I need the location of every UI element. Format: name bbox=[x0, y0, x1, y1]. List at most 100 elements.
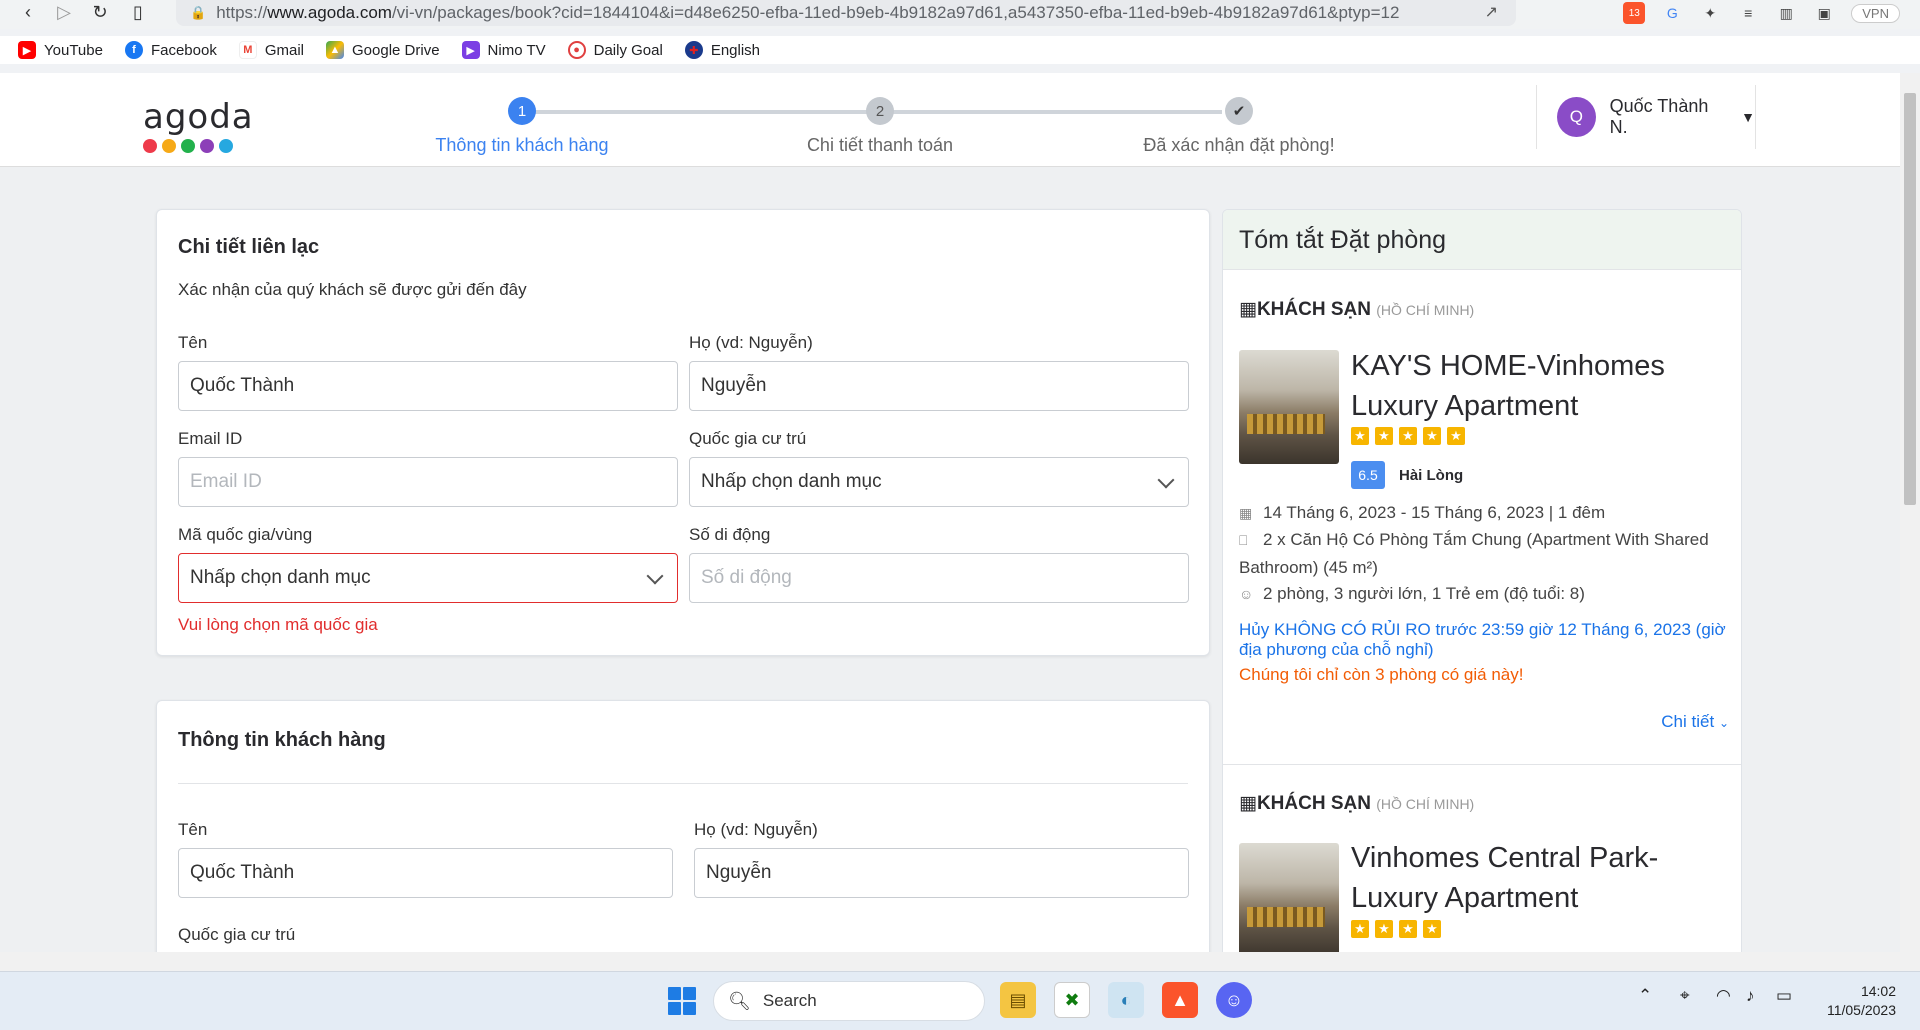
first-name-field[interactable]: Quốc Thành bbox=[178, 361, 678, 411]
step-payment: 2 Chi tiết thanh toán bbox=[750, 91, 1010, 156]
back-icon[interactable]: ‹ bbox=[10, 2, 46, 23]
room-info: ⎕ 2 x Căn Hộ Có Phòng Tắm Chung (Apartmen… bbox=[1239, 526, 1729, 581]
chevron-down-icon: ⌄ bbox=[1718, 716, 1729, 730]
details-link[interactable]: Chi tiết ⌄ bbox=[1661, 712, 1729, 732]
logo-dots bbox=[143, 139, 254, 153]
guest-first-name-field[interactable]: Quốc Thành bbox=[178, 848, 673, 898]
hotel-thumbnail[interactable] bbox=[1239, 843, 1339, 957]
taskbar-search[interactable]: 🔍︎ Search bbox=[713, 981, 985, 1021]
scarcity-message: Chúng tôi chỉ còn 3 phòng có giá này! bbox=[1239, 665, 1524, 684]
hotel-name: KAY'S HOME-Vinhomes Luxury Apartment bbox=[1351, 350, 1665, 422]
battery-icon[interactable]: ▭ bbox=[1776, 986, 1792, 1006]
site-header: agoda 1 Thông tin khách hàng 2 Chi tiết … bbox=[0, 73, 1900, 167]
hotel-summary-1: ▦KHÁCH SẠN (HỒ CHÍ MINH) KAY'S HOME-Vinh… bbox=[1223, 270, 1741, 765]
system-clock[interactable]: 14:02 11/05/2023 bbox=[1827, 982, 1896, 1020]
translate-icon[interactable]: G bbox=[1661, 2, 1683, 24]
country-select[interactable]: Nhấp chọn danh mục bbox=[689, 457, 1189, 507]
extensions-icon[interactable]: ✦ bbox=[1699, 2, 1721, 24]
wifi-icon[interactable]: ◠ bbox=[1716, 986, 1731, 1006]
search-icon: 🔍︎ bbox=[728, 990, 751, 1011]
url-protocol: https:// bbox=[216, 3, 268, 22]
windows-start-icon[interactable] bbox=[668, 987, 696, 1015]
star-icon: ★ bbox=[1375, 920, 1393, 938]
cancellation-policy[interactable]: Hủy KHÔNG CÓ RỦI RO trước 23:59 giờ 12 T… bbox=[1239, 620, 1729, 660]
gmail-icon: M bbox=[238, 41, 257, 59]
volume-icon[interactable]: ♪ bbox=[1746, 986, 1755, 1006]
phone-field[interactable]: Số di động bbox=[689, 553, 1189, 603]
guest-info-card: Thông tin khách hàng Tên Quốc Thành Họ (… bbox=[156, 700, 1210, 973]
bookmark-icon[interactable]: ▯ bbox=[120, 2, 156, 23]
vpn-button[interactable]: VPN bbox=[1851, 3, 1900, 23]
address-bar[interactable]: 🔒 https://www.agoda.com/vi-vn/packages/b… bbox=[176, 0, 1516, 26]
country-code-error: Vui lòng chọn mã quốc gia bbox=[178, 615, 378, 634]
booking-stepper: 1 Thông tin khách hàng 2 Chi tiết thanh … bbox=[420, 91, 1370, 155]
sidebar-icon[interactable]: ▥ bbox=[1775, 2, 1797, 24]
star-rating: ★ ★ ★ ★ bbox=[1351, 920, 1441, 938]
bookmark-english[interactable]: ✚ English bbox=[684, 41, 760, 59]
bookmark-gmail[interactable]: M Gmail bbox=[238, 41, 304, 59]
stay-dates: ▦ 14 Tháng 6, 2023 - 15 Tháng 6, 2023 | 1… bbox=[1239, 499, 1729, 527]
chevron-down-icon bbox=[1157, 471, 1175, 489]
contact-details-card: Chi tiết liên lạc Xác nhận của quý khách… bbox=[156, 209, 1210, 656]
discord-icon[interactable]: ☺ bbox=[1216, 982, 1252, 1018]
hotel-icon: ▦ bbox=[1239, 299, 1257, 320]
score-badge: 6.5 bbox=[1351, 461, 1385, 489]
file-explorer-icon[interactable]: ▤ bbox=[1000, 982, 1036, 1018]
brave-shield-icon[interactable]: 13 bbox=[1623, 2, 1646, 24]
microphone-icon[interactable]: ⌖ bbox=[1680, 986, 1690, 1006]
wallet-icon[interactable]: ▣ bbox=[1813, 2, 1835, 24]
bookmark-youtube[interactable]: ▶ YouTube bbox=[18, 41, 103, 59]
guest-last-name-field[interactable]: Nguyễn bbox=[694, 848, 1189, 898]
email-label: Email ID bbox=[178, 429, 243, 448]
star-icon: ★ bbox=[1399, 920, 1417, 938]
divider bbox=[178, 783, 1188, 784]
hotel-thumbnail[interactable] bbox=[1239, 350, 1339, 464]
page-viewport: agoda 1 Thông tin khách hàng 2 Chi tiết … bbox=[0, 73, 1900, 973]
hotel-icon: ▦ bbox=[1239, 793, 1257, 814]
score-text: Hài Lòng bbox=[1399, 466, 1464, 484]
first-name-label: Tên bbox=[178, 333, 208, 352]
last-name-label: Họ (vd: Nguyễn) bbox=[689, 333, 813, 352]
last-name-field[interactable]: Nguyễn bbox=[689, 361, 1189, 411]
xbox-icon[interactable]: ✖ bbox=[1054, 982, 1090, 1018]
vertical-scrollbar[interactable] bbox=[1900, 73, 1920, 973]
hotel-type: ▦KHÁCH SẠN (HỒ CHÍ MINH) bbox=[1239, 299, 1475, 320]
chevron-up-icon[interactable]: ⌃ bbox=[1638, 986, 1652, 1006]
bookmark-nimo-tv[interactable]: ▶ Nimo TV bbox=[461, 41, 546, 59]
country-code-select[interactable]: Nhấp chọn danh mục bbox=[178, 553, 678, 603]
bed-icon: ⎕ bbox=[1239, 532, 1248, 548]
brave-browser-icon[interactable]: ▲ bbox=[1162, 982, 1198, 1018]
uk-flag-icon: ✚ bbox=[684, 41, 703, 59]
star-icon: ★ bbox=[1399, 427, 1417, 445]
horizontal-scrollbar[interactable] bbox=[0, 952, 1900, 972]
agoda-logo[interactable]: agoda bbox=[143, 97, 254, 153]
bookmark-google-drive[interactable]: ▲ Google Drive bbox=[326, 41, 440, 59]
guest-count: ☺ 2 phòng, 3 người lớn, 1 Trẻ em (độ tuổi… bbox=[1239, 580, 1729, 608]
person-icon: ☺ bbox=[1239, 586, 1254, 602]
user-menu[interactable]: Q Quốc Thành N. ▼ bbox=[1536, 85, 1756, 149]
nimo-icon: ▶ bbox=[461, 41, 480, 59]
extension-area: 13 G ✦ ≡ ▥ ▣ VPN bbox=[1623, 2, 1900, 24]
email-field[interactable]: Email ID bbox=[178, 457, 678, 507]
calendar-icon: ▦ bbox=[1239, 505, 1253, 521]
scrollbar-thumb[interactable] bbox=[1904, 93, 1916, 505]
star-icon: ★ bbox=[1351, 920, 1369, 938]
booking-summary: Tóm tắt Đặt phòng ▦KHÁCH SẠN (HỒ CHÍ MIN… bbox=[1222, 209, 1742, 973]
photos-icon[interactable]: ◐ bbox=[1108, 982, 1144, 1018]
star-icon: ★ bbox=[1375, 427, 1393, 445]
country-label: Quốc gia cư trú bbox=[689, 429, 807, 448]
star-icon: ★ bbox=[1423, 427, 1441, 445]
star-rating: ★ ★ ★ ★ ★ bbox=[1351, 427, 1465, 445]
country-code-label: Mã quốc gia/vùng bbox=[178, 525, 313, 544]
bookmark-facebook[interactable]: f Facebook bbox=[124, 41, 217, 59]
forward-icon[interactable]: ▷ bbox=[46, 2, 82, 23]
share-icon[interactable]: ↗ bbox=[1485, 2, 1498, 22]
guest-first-name-label: Tên bbox=[178, 820, 208, 839]
drive-icon: ▲ bbox=[326, 41, 344, 59]
bookmark-daily-goal[interactable]: ● Daily Goal bbox=[567, 41, 663, 59]
playlist-icon[interactable]: ≡ bbox=[1737, 2, 1759, 24]
bookmarks-bar: ▶ YouTube f Facebook M Gmail ▲ Google Drive … bbox=[0, 36, 1920, 64]
avatar: Q bbox=[1557, 97, 1596, 137]
hotel-summary-2: ▦KHÁCH SẠN (HỒ CHÍ MINH) Vinhomes Centra… bbox=[1223, 766, 1741, 973]
reload-icon[interactable]: ↻ bbox=[82, 2, 118, 23]
